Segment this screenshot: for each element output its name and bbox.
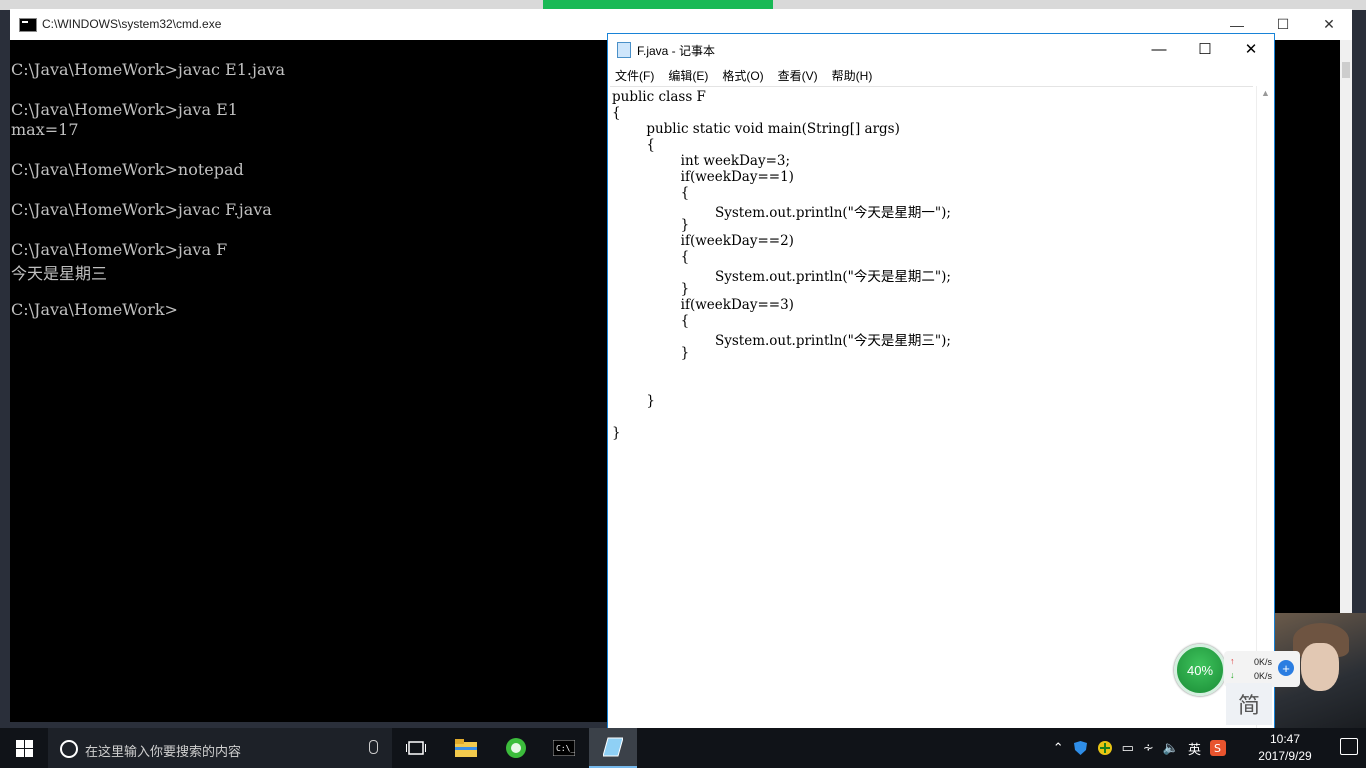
code-line: { xyxy=(612,185,690,201)
code-line: { xyxy=(612,137,655,153)
cmd-taskbar-button[interactable]: C:\_ xyxy=(540,728,588,768)
system-tray: ⌃ ▭ ∻ 🔈 英 S xyxy=(1053,728,1226,768)
notepad-title: F.java - 记事本 xyxy=(637,44,716,58)
code-line: public class F xyxy=(612,89,706,105)
volume-icon[interactable]: 🔈 xyxy=(1163,740,1179,756)
menu-view[interactable]: 查看(V) xyxy=(771,64,825,84)
console-icon xyxy=(19,18,37,32)
cmd-scroll-thumb[interactable] xyxy=(1342,62,1350,78)
network-speed-widget: ↑ 0K/s ↓ 0K/s + xyxy=(1224,651,1300,687)
menu-file[interactable]: 文件(F) xyxy=(608,64,661,84)
clock-time: 10:47 xyxy=(1269,732,1301,746)
notepad-app-icon xyxy=(603,737,623,757)
code-line: } xyxy=(612,217,690,233)
notepad-window: F.java - 记事本 — ☐ ✕ 文件(F) 编辑(E) 格式(O) 查看(… xyxy=(607,33,1275,730)
notepad-icon xyxy=(617,42,631,58)
cortana-icon[interactable] xyxy=(60,740,78,758)
notepad-maximize-button[interactable]: ☐ xyxy=(1182,34,1228,64)
code-line: public static void main(String[] args) xyxy=(612,121,900,137)
taskbar-search-box[interactable]: 在这里输入你要搜索的内容 xyxy=(48,728,392,768)
notepad-text-area[interactable]: public class F{ public static void main(… xyxy=(610,86,1253,729)
code-line: { xyxy=(612,105,621,121)
console-line: C:\Java\HomeWork>notepad xyxy=(11,160,244,179)
code-line: } xyxy=(612,281,690,297)
menu-edit[interactable]: 编辑(E) xyxy=(661,64,715,84)
scroll-up-arrow-icon[interactable]: ▲ xyxy=(1261,88,1270,98)
file-explorer-button[interactable] xyxy=(442,728,490,768)
console-line: C:\Java\HomeWork>javac F.java xyxy=(11,200,272,219)
notepad-titlebar[interactable]: F.java - 记事本 — ☐ ✕ xyxy=(608,34,1274,64)
upload-speed: 0K/s xyxy=(1254,657,1273,667)
browser-icon xyxy=(506,738,526,758)
folder-icon xyxy=(455,739,477,757)
menu-format[interactable]: 格式(O) xyxy=(715,64,770,84)
start-button[interactable] xyxy=(0,728,48,768)
code-line: int weekDay=3; xyxy=(612,153,791,169)
wifi-icon[interactable]: ∻ xyxy=(1143,740,1154,756)
action-center-icon[interactable] xyxy=(1340,738,1358,755)
download-arrow-icon: ↓ xyxy=(1230,670,1235,680)
console-line: 今天是星期三 xyxy=(11,264,108,283)
shield-icon[interactable] xyxy=(1073,740,1088,756)
windows-logo-icon xyxy=(15,739,33,757)
console-line: max=17 xyxy=(11,120,79,139)
notepad-scrollbar[interactable]: ▲ xyxy=(1256,86,1274,728)
sogou-ime-icon[interactable]: S xyxy=(1210,740,1226,756)
code-line: { xyxy=(612,313,690,329)
security-plus-icon[interactable] xyxy=(1097,740,1113,756)
taskbar: 在这里输入你要搜索的内容 C:\_ ⌃ ▭ ∻ 🔈 英 S 10:47 2017… xyxy=(0,728,1366,768)
console-line: C:\Java\HomeWork>java E1 xyxy=(11,100,238,119)
download-speed: 0K/s xyxy=(1254,671,1273,681)
notepad-menubar: 文件(F) 编辑(E) 格式(O) 查看(V) 帮助(H) xyxy=(608,64,1274,84)
upload-arrow-icon: ↑ xyxy=(1230,656,1235,666)
clock-date: 2017/9/29 xyxy=(1258,749,1312,763)
notepad-taskbar-button[interactable] xyxy=(589,728,637,768)
menu-help[interactable]: 帮助(H) xyxy=(825,64,880,84)
code-line: } xyxy=(612,345,690,361)
code-line: if(weekDay==3) xyxy=(612,297,794,313)
code-line: if(weekDay==1) xyxy=(612,169,794,185)
code-line: { xyxy=(612,249,690,265)
console-line: C:\Java\HomeWork>javac E1.java xyxy=(11,60,286,79)
cmd-title: C:\WINDOWS\system32\cmd.exe xyxy=(42,17,222,31)
battery-icon[interactable]: ▭ xyxy=(1122,740,1134,756)
cmd-close-button[interactable]: ✕ xyxy=(1306,9,1352,40)
console-line: C:\Java\HomeWork> xyxy=(11,300,178,319)
code-line: } xyxy=(612,393,655,409)
search-placeholder: 在这里输入你要搜索的内容 xyxy=(85,744,242,759)
notepad-minimize-button[interactable]: — xyxy=(1136,34,1182,64)
console-app-icon: C:\_ xyxy=(553,740,575,756)
notepad-close-button[interactable]: ✕ xyxy=(1228,34,1274,64)
memory-percent[interactable]: 40% xyxy=(1174,644,1226,696)
task-view-icon xyxy=(406,741,426,755)
svg-text:S: S xyxy=(1214,742,1221,755)
task-view-button[interactable] xyxy=(392,728,440,768)
code-line: } xyxy=(612,425,621,441)
ime-mode-indicator[interactable]: 简 xyxy=(1226,683,1272,725)
browser-button[interactable] xyxy=(492,728,540,768)
console-line: C:\Java\HomeWork>java F xyxy=(11,240,228,259)
code-line: if(weekDay==2) xyxy=(612,233,794,249)
add-icon[interactable]: + xyxy=(1278,660,1294,676)
input-language[interactable]: 英 xyxy=(1188,739,1201,758)
show-hidden-icons-chevron-icon[interactable]: ⌃ xyxy=(1053,740,1064,756)
microphone-icon[interactable] xyxy=(369,740,378,754)
svg-text:C:\_: C:\_ xyxy=(556,744,575,753)
clock[interactable]: 10:47 2017/9/29 xyxy=(1250,731,1320,765)
